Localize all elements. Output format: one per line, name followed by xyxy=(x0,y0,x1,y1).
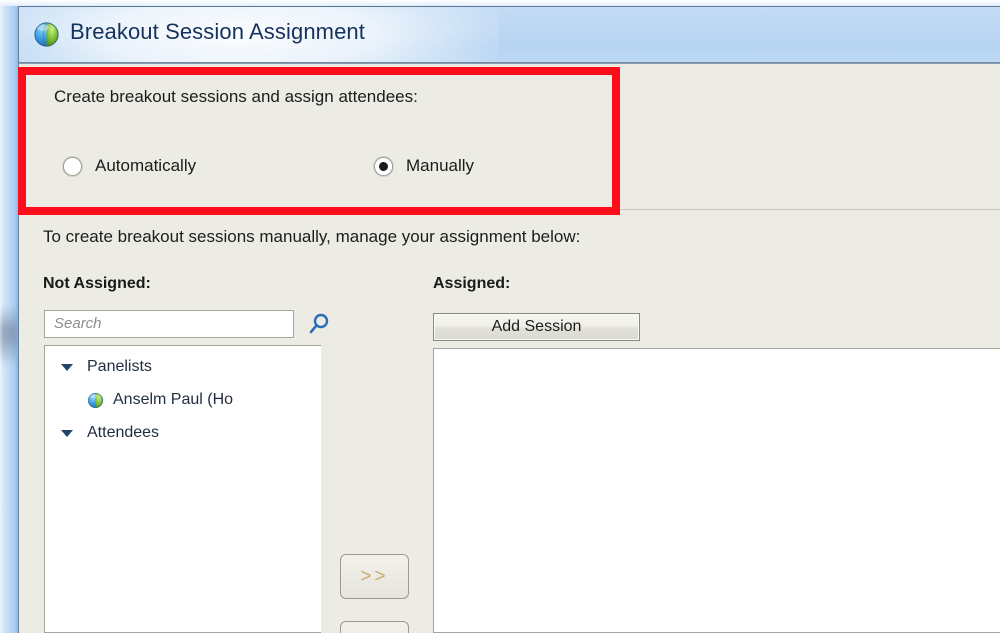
move-right-label: >> xyxy=(360,565,389,587)
application-window: Breakout Session Assignment Create break… xyxy=(0,0,1000,633)
move-right-button[interactable]: >> xyxy=(340,554,409,599)
tree-item-label: Panelists xyxy=(87,358,152,375)
panel-divider xyxy=(25,209,1000,210)
tree-item-panelists[interactable]: Panelists xyxy=(61,358,152,376)
radio-circle-icon[interactable] xyxy=(64,157,81,175)
assigned-label: Assigned: xyxy=(433,275,511,292)
globe-icon xyxy=(33,21,60,48)
title-bar[interactable]: Breakout Session Assignment xyxy=(19,7,1000,62)
search-icon[interactable] xyxy=(306,310,332,338)
instruction-label: To create breakout sessions manually, ma… xyxy=(43,227,581,246)
assigned-list[interactable] xyxy=(433,348,1000,633)
radio-circle-selected-icon[interactable] xyxy=(375,157,392,175)
add-session-button[interactable]: Add Session xyxy=(433,313,640,341)
not-assigned-label: Not Assigned: xyxy=(43,275,151,292)
add-session-label: Add Session xyxy=(491,317,582,335)
tree-item-anselm-paul[interactable]: Anselm Paul (Ho xyxy=(87,391,233,409)
search-placeholder: Search xyxy=(54,315,102,332)
search-input[interactable]: Search xyxy=(44,310,294,338)
window-frame-left xyxy=(0,6,18,633)
tree-item-label: Anselm Paul (Ho xyxy=(113,391,234,408)
not-assigned-list[interactable]: Panelists Anselm Paul (Ho Attendees xyxy=(44,345,321,633)
window-title: Breakout Session Assignment xyxy=(70,19,365,44)
triangle-down-icon[interactable] xyxy=(61,363,73,371)
radio-automatically-label: Automatically xyxy=(95,156,197,175)
dialog-body: Create breakout sessions and assign atte… xyxy=(19,64,1000,633)
triangle-down-icon[interactable] xyxy=(61,429,73,437)
globe-icon xyxy=(87,392,104,409)
tree-item-attendees[interactable]: Attendees xyxy=(61,424,159,442)
radio-manually-label: Manually xyxy=(406,156,475,175)
glass-reflection xyxy=(0,306,18,366)
radio-manually[interactable]: Manually xyxy=(375,156,474,176)
radio-automatically[interactable]: Automatically xyxy=(64,156,196,176)
move-left-button[interactable] xyxy=(340,621,409,633)
mode-selection-panel: Create breakout sessions and assign atte… xyxy=(19,64,1000,210)
tree-item-label: Attendees xyxy=(87,424,160,441)
mode-prompt-label: Create breakout sessions and assign atte… xyxy=(54,87,418,106)
